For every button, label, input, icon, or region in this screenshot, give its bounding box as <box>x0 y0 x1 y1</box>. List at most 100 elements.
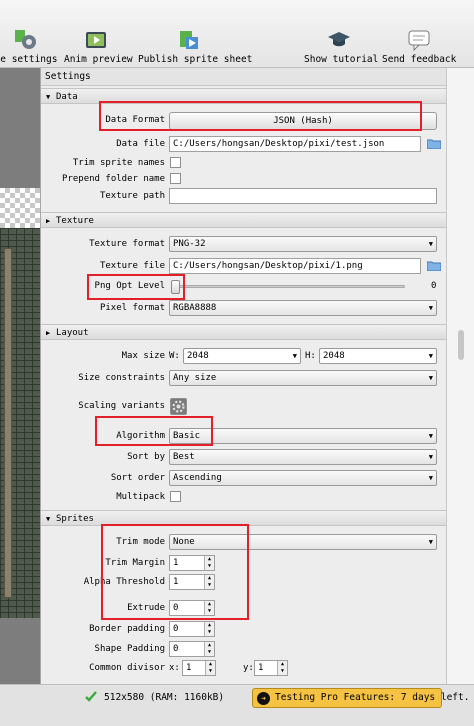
settings-panel-title: Settings <box>41 68 447 86</box>
toolbar-anim-preview-label: Anim preview <box>64 54 133 65</box>
spinner-arrows-icon[interactable]: ▲ ▼ <box>204 622 214 636</box>
sort-by-label: Sort by <box>127 452 165 462</box>
transparency-checker <box>0 188 40 228</box>
arrow-right-icon: ➜ <box>257 692 270 705</box>
trim-sprite-names-checkbox[interactable] <box>170 157 181 168</box>
scaling-variants-label: Scaling variants <box>78 401 165 411</box>
spinner-arrows-icon[interactable]: ▲ ▼ <box>277 661 287 675</box>
texture-path-row: Texture path <box>41 188 447 206</box>
size-constraints-label: Size constraints <box>78 373 165 383</box>
common-divisor-y-spinbox[interactable]: 1 ▲ ▼ <box>254 660 288 676</box>
toolbar-anim-preview-button[interactable]: Anim preview <box>64 0 133 68</box>
status-size-text: 512x580 (RAM: 1160kB) <box>104 692 225 703</box>
max-size-h-value: 2048 <box>323 351 345 361</box>
graduation-cap-icon <box>328 32 350 47</box>
common-divisor-x-label: x: <box>169 663 180 673</box>
multipack-label: Multipack <box>116 492 165 502</box>
chevron-down-icon: ▼ <box>428 474 433 482</box>
spinner-arrows-icon[interactable]: ▲ ▼ <box>204 642 214 656</box>
size-constraints-value: Any size <box>173 373 217 383</box>
common-divisor-label: Common divisor <box>89 663 165 673</box>
sort-by-value: Best <box>173 452 195 462</box>
texture-format-row: Texture format PNG-32 ▼ <box>41 236 447 254</box>
pixel-format-row: Pixel format RGBA8888 ▼ <box>41 300 447 318</box>
common-divisor-y-value: 1 <box>258 663 264 673</box>
sort-order-select[interactable]: Ascending ▼ <box>169 470 437 486</box>
texture-path-label: Texture path <box>99 191 165 201</box>
settings-panel: Settings ▼ Data Data Format JSON (Hash) D… <box>40 68 447 684</box>
folder-icon[interactable] <box>427 138 441 149</box>
chevron-down-icon: ▼ <box>428 538 433 546</box>
border-padding-row: Border padding 0 ▲ ▼ <box>41 621 447 639</box>
sort-order-label: Sort order <box>110 473 165 483</box>
chevron-down-icon: ▼ <box>428 352 433 360</box>
scrollbar-thumb[interactable] <box>458 330 464 360</box>
multipack-checkbox[interactable] <box>170 491 181 502</box>
png-opt-level-slider[interactable] <box>173 285 405 288</box>
size-constraints-row: Size constraints Any size ▼ <box>41 370 447 388</box>
texture-file-input[interactable]: C:/Users/hongsan/Desktop/pixi/1.png <box>169 258 421 274</box>
toolbar-send-feedback-label: Send feedback <box>382 54 457 65</box>
film-icon <box>86 32 106 48</box>
multipack-row: Multipack <box>41 489 447 507</box>
max-size-h-label: H: <box>305 351 316 361</box>
max-size-w-label: W: <box>169 351 180 361</box>
texture-format-value: PNG-32 <box>173 239 206 249</box>
chevron-down-icon: ▼ <box>428 304 433 312</box>
trim-sprite-names-label: Trim sprite names <box>72 158 165 168</box>
max-size-h-select[interactable]: 2048 ▼ <box>319 348 437 364</box>
toolbar-show-tutorial-button[interactable]: Show tutorial <box>304 0 379 68</box>
main-toolbar: le settings Anim preview Publish sprite … <box>0 0 474 68</box>
size-constraints-select[interactable]: Any size ▼ <box>169 370 437 386</box>
pro-features-banner[interactable]: ➜ Testing Pro Features: 7 days left. <box>252 688 469 708</box>
data-file-input[interactable]: C:/Users/hongsan/Desktop/pixi/test.json <box>169 136 421 152</box>
shape-padding-spinbox[interactable]: 0 ▲ ▼ <box>169 641 215 657</box>
data-file-label: Data file <box>116 139 165 149</box>
chevron-down-icon: ▼ <box>292 352 297 360</box>
highlight-png-opt-level <box>87 274 185 300</box>
sort-order-row: Sort order Ascending ▼ <box>41 470 447 488</box>
toolbar-settings-label: le settings <box>0 54 58 65</box>
highlight-data-format <box>99 101 422 131</box>
highlight-algorithm <box>95 416 213 446</box>
texture-path-input[interactable] <box>169 188 437 204</box>
scaling-variants-button[interactable] <box>170 398 187 415</box>
texture-section-header[interactable]: ▶ Texture <box>41 212 447 228</box>
pixel-format-value: RGBA8888 <box>173 303 217 313</box>
border-padding-value: 0 <box>173 624 179 634</box>
common-divisor-x-value: 1 <box>186 663 192 673</box>
sort-by-select[interactable]: Best ▼ <box>169 449 437 465</box>
toolbar-publish-button[interactable]: Publish sprite sheet <box>138 0 253 68</box>
pixel-format-select[interactable]: RGBA8888 ▼ <box>169 300 437 316</box>
shape-padding-row: Shape Padding 0 ▲ ▼ <box>41 641 447 659</box>
highlight-sprites-settings <box>101 524 249 620</box>
publish-icon <box>180 31 198 49</box>
pro-features-text: Testing Pro Features: 7 days left. <box>275 692 470 703</box>
max-size-label: Max size <box>121 351 165 361</box>
status-bar: 512x580 (RAM: 1160kB) ➜ Testing Pro Feat… <box>0 684 474 726</box>
spinner-arrows-icon[interactable]: ▲ ▼ <box>205 661 215 675</box>
toolbar-settings-button[interactable]: le settings <box>0 0 60 68</box>
folder-icon[interactable] <box>427 260 441 271</box>
prepend-folder-name-checkbox[interactable] <box>170 173 181 184</box>
sprites-section-title: Sprites <box>56 514 94 524</box>
sprite-canvas-preview[interactable] <box>0 68 40 684</box>
border-padding-spinbox[interactable]: 0 ▲ ▼ <box>169 621 215 637</box>
texture-format-select[interactable]: PNG-32 ▼ <box>169 236 437 252</box>
max-size-w-select[interactable]: 2048 ▼ <box>183 348 301 364</box>
layout-section-header[interactable]: ▶ Layout <box>41 324 447 340</box>
common-divisor-y-label: y: <box>243 663 254 673</box>
collapse-triangle-icon: ▼ <box>46 515 51 523</box>
scaling-variants-row: Scaling variants <box>41 398 447 416</box>
common-divisor-x-spinbox[interactable]: 1 ▲ ▼ <box>182 660 216 676</box>
texture-section-title: Texture <box>56 216 94 226</box>
speech-bubble-icon <box>408 30 430 52</box>
sort-order-value: Ascending <box>173 473 222 483</box>
toolbar-show-tutorial-label: Show tutorial <box>304 54 379 65</box>
toolbar-send-feedback-button[interactable]: Send feedback <box>382 0 456 68</box>
toolbar-publish-label: Publish sprite sheet <box>138 54 253 65</box>
chevron-down-icon: ▼ <box>428 432 433 440</box>
prepend-folder-name-label: Prepend folder name <box>62 174 165 184</box>
data-file-row: Data file C:/Users/hongsan/Desktop/pixi/… <box>41 136 447 154</box>
shape-padding-value: 0 <box>173 644 179 654</box>
